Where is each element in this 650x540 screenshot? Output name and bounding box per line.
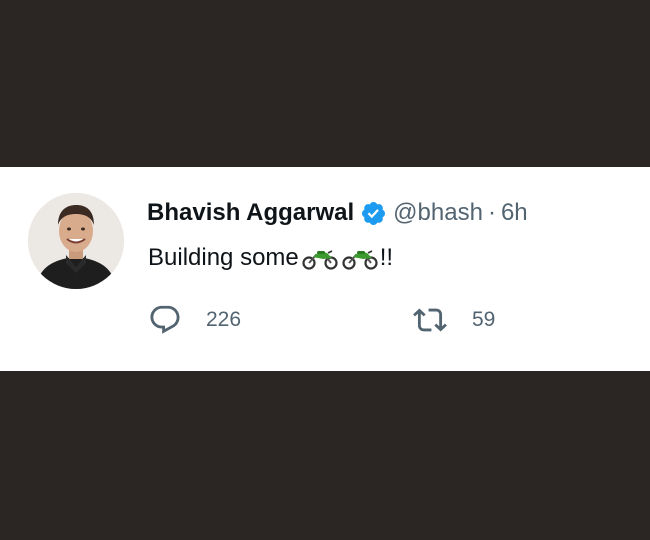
tweet-card[interactable]: Bhavish Aggarwal @bhash · 6h Building so… — [0, 167, 650, 371]
avatar[interactable] — [28, 193, 124, 289]
avatar-photo-icon — [28, 193, 124, 289]
retweet-button[interactable]: 59 — [413, 303, 495, 337]
reply-icon — [148, 303, 182, 337]
author-display-name[interactable]: Bhavish Aggarwal — [147, 199, 354, 227]
tweet-text-body: Building some — [148, 244, 299, 271]
screenshot-frame: Bhavish Aggarwal @bhash · 6h Building so… — [0, 0, 650, 540]
reply-count: 226 — [206, 308, 242, 331]
tweet-header: Bhavish Aggarwal @bhash · 6h — [147, 197, 528, 229]
retweet-icon — [413, 303, 447, 337]
tweet-text-suffix: !! — [379, 244, 394, 271]
tweet-text: Building some !! — [148, 241, 393, 275]
verified-badge-icon — [360, 200, 387, 227]
tweet-timestamp[interactable]: 6h — [501, 199, 528, 227]
reply-button[interactable]: 226 — [148, 303, 241, 337]
motorcycle-emoji-icon — [341, 246, 379, 270]
retweet-count: 59 — [472, 308, 496, 331]
motorcycle-emoji-icon — [301, 246, 339, 270]
header-separator: · — [487, 199, 496, 226]
author-handle[interactable]: @bhash — [393, 199, 483, 227]
